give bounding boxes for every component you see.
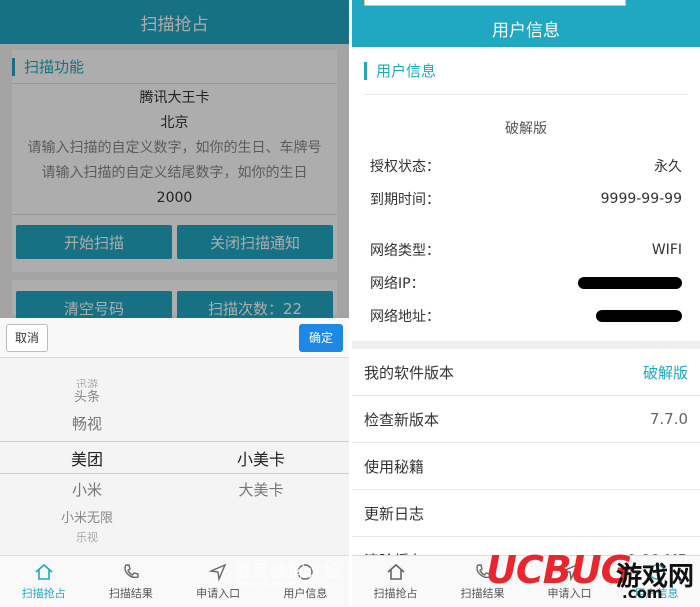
home-icon [35,563,53,580]
user-header-title: 用户信息 [492,20,560,41]
network-type-value: WIFI [651,241,682,258]
home-icon [386,563,405,580]
picker-option[interactable]: 大美卡 [174,479,348,500]
picker-cancel-button[interactable]: 取消 [6,323,48,352]
menu-label: 我的软件版本 [364,363,455,382]
expiry-value: 9999-99-99 [600,190,682,207]
menu-value: 破解版 [642,363,688,382]
user-section-title: 用户信息 [364,47,688,95]
redacted-address [596,309,682,322]
auth-status-value: 永久 [654,158,682,175]
brand-com-watermark: .com [622,584,663,602]
tab-scan[interactable]: 扫描抢占 [0,556,87,607]
tab-label: 扫描抢占 [373,587,418,600]
picker-option-selected[interactable]: 美团 [0,446,174,470]
edition-label: 破解版 [505,121,547,137]
picker-wheel-plan[interactable]: 小美卡 大美卡 [174,366,348,556]
picker-toolbar: 取消 确定 [0,318,349,358]
tab-scan[interactable]: 扫描抢占 [352,556,439,607]
menu-label: 更新日志 [364,504,425,523]
tab-label: 申请入口 [196,587,241,600]
auth-status-label: 授权状态： [370,158,440,175]
tab-results[interactable]: 扫描结果 [87,556,174,607]
expiry-label: 到期时间： [370,191,440,208]
network-type-row: 网络类型： WIFI [352,233,700,266]
redacted-ip [578,276,682,289]
user-header: 用户信息 [352,9,700,47]
scan-screen: 扫描抢占 扫描功能 腾讯大王卡 北京 请输入扫描的自定义数字，如你的生日、车牌号… [0,0,349,607]
user-section-label: 用户信息 [376,62,437,80]
menu-check-update[interactable]: 检查新版本 7.7.0 [352,396,700,443]
network-address-row: 网络地址： [352,299,700,332]
picker-wheel-category[interactable]: 迅游 头条 畅视 美团 小米 小米无限 乐视 [0,366,174,556]
network-ip-label: 网络IP： [370,275,425,292]
menu-changelog[interactable]: 更新日志 [352,490,700,537]
navigation-arrow-icon [208,563,227,582]
network-ip-row: 网络IP： [352,266,700,299]
picker-confirm-button[interactable]: 确定 [299,323,343,352]
phone-icon [124,564,139,579]
menu-label: 使用秘籍 [364,457,425,476]
tab-label: 扫描抢占 [21,587,66,600]
forum-url-watermark: www.52pojie.cn [236,579,315,590]
section-accent-bar [364,61,367,80]
section-gap [352,341,700,349]
brand-watermark: UCBUG [486,548,632,592]
menu-label: 检查新版本 [364,410,440,429]
picker-option[interactable]: 小米 [0,479,174,500]
expiry-row: 到期时间： 9999-99-99 [352,182,700,215]
browser-tab-edge [364,0,626,6]
user-info-screen: 用户信息 用户信息 破解版 授权状态： 永久 到期时间： 9999-99-99 … [352,0,700,607]
screenshot-root: 扫描抢占 扫描功能 腾讯大王卡 北京 请输入扫描的自定义数字，如你的生日、车牌号… [0,0,700,607]
menu-tips[interactable]: 使用秘籍 [352,443,700,490]
network-address-label: 网络地址： [370,308,440,325]
top-strip [352,0,700,9]
auth-status-row: 授权状态： 永久 [352,149,700,182]
user-info-content: 用户信息 破解版 授权状态： 永久 到期时间： 9999-99-99 网络类型：… [352,47,700,584]
picker-option[interactable]: 小米无限 [0,507,174,526]
picker-option[interactable]: 乐视 [0,529,174,545]
picker-option-selected[interactable]: 小美卡 [174,446,348,470]
picker-option[interactable]: 畅视 [0,413,174,434]
network-type-label: 网络类型： [370,242,440,259]
menu-software-version[interactable]: 我的软件版本 破解版 [352,349,700,396]
menu-value: 7.7.0 [649,410,688,428]
picker-option[interactable]: 头条 [0,386,174,405]
tab-label: 扫描结果 [108,587,153,600]
